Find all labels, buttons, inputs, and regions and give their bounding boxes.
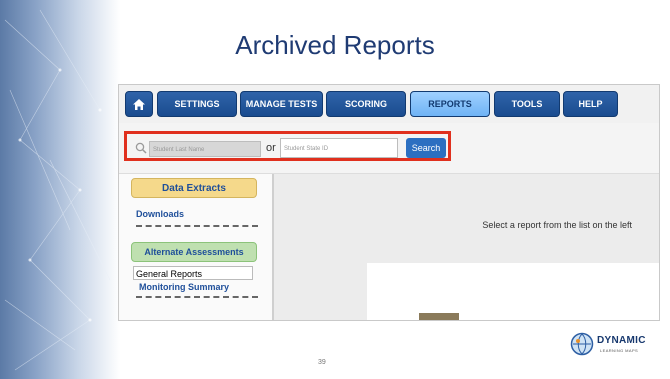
report-preview-panel	[367, 263, 659, 320]
nav-manage-tests[interactable]: MANAGE TESTS	[240, 91, 323, 117]
logo-tagline: LEARNING MAPS	[600, 348, 639, 353]
student-last-name-input[interactable]: Student Last Name	[149, 141, 261, 157]
data-extracts-button[interactable]: Data Extracts	[131, 178, 257, 198]
general-reports-item[interactable]: General Reports	[133, 266, 253, 280]
or-label: or	[266, 142, 276, 154]
logo-name: DYNAMIC	[597, 335, 646, 346]
student-state-id-input[interactable]: Student State ID	[280, 138, 398, 158]
downloads-link[interactable]: Downloads	[136, 209, 184, 219]
nav-scoring[interactable]: SCORING	[326, 91, 406, 117]
divider	[136, 225, 258, 227]
nav-help[interactable]: HELP	[563, 91, 618, 117]
monitoring-summary-link[interactable]: Monitoring Summary	[139, 282, 229, 292]
nav-tools[interactable]: TOOLS	[494, 91, 560, 117]
preview-fragment	[419, 313, 459, 320]
page-number: 39	[318, 359, 326, 366]
nav-reports[interactable]: REPORTS	[410, 91, 490, 117]
select-report-message: Select a report from the list on the lef…	[482, 220, 632, 230]
search-button[interactable]: Search	[406, 138, 446, 158]
nav-settings[interactable]: SETTINGS	[157, 91, 237, 117]
home-button[interactable]	[125, 91, 153, 117]
alternate-assessments-button[interactable]: Alternate Assessments	[131, 242, 257, 262]
home-icon	[132, 98, 146, 111]
app-screenshot: SETTINGS MANAGE TESTS SCORING REPORTS TO…	[118, 84, 660, 321]
search-bar: Student Last Name or Student State ID Se…	[119, 123, 659, 174]
slide-title: Archived Reports	[235, 30, 435, 60]
globe-icon	[570, 332, 594, 356]
search-icon	[135, 141, 147, 159]
report-sidebar: Data Extracts Downloads Alternate Assess…	[119, 174, 271, 320]
top-nav: SETTINGS MANAGE TESTS SCORING REPORTS TO…	[119, 85, 659, 123]
search-highlight-box: Student Last Name or Student State ID Se…	[124, 131, 451, 161]
dynamic-learning-maps-logo: DYNAMIC LEARNING MAPS	[570, 330, 658, 360]
divider	[136, 296, 258, 298]
